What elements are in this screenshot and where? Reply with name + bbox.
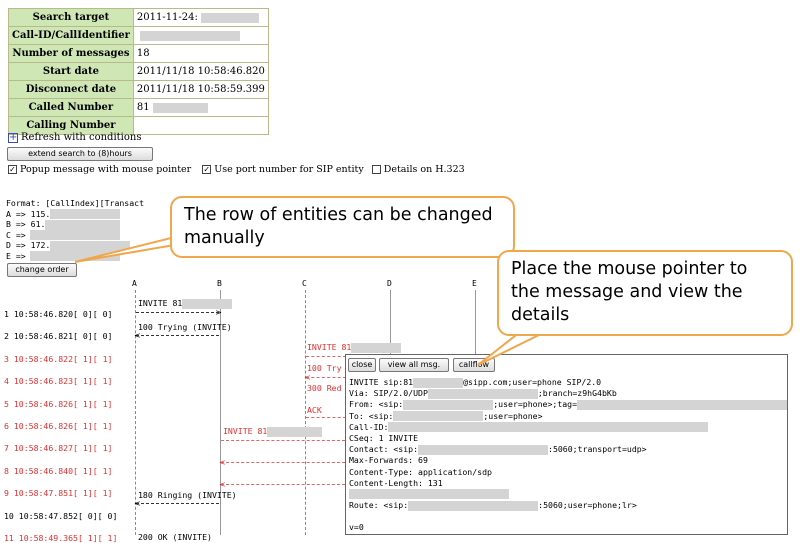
callout-mouse-pointer: Place the mouse pointer to the message a… — [497, 250, 793, 336]
callout-entities: The row of entities can be changed manua… — [170, 196, 515, 258]
